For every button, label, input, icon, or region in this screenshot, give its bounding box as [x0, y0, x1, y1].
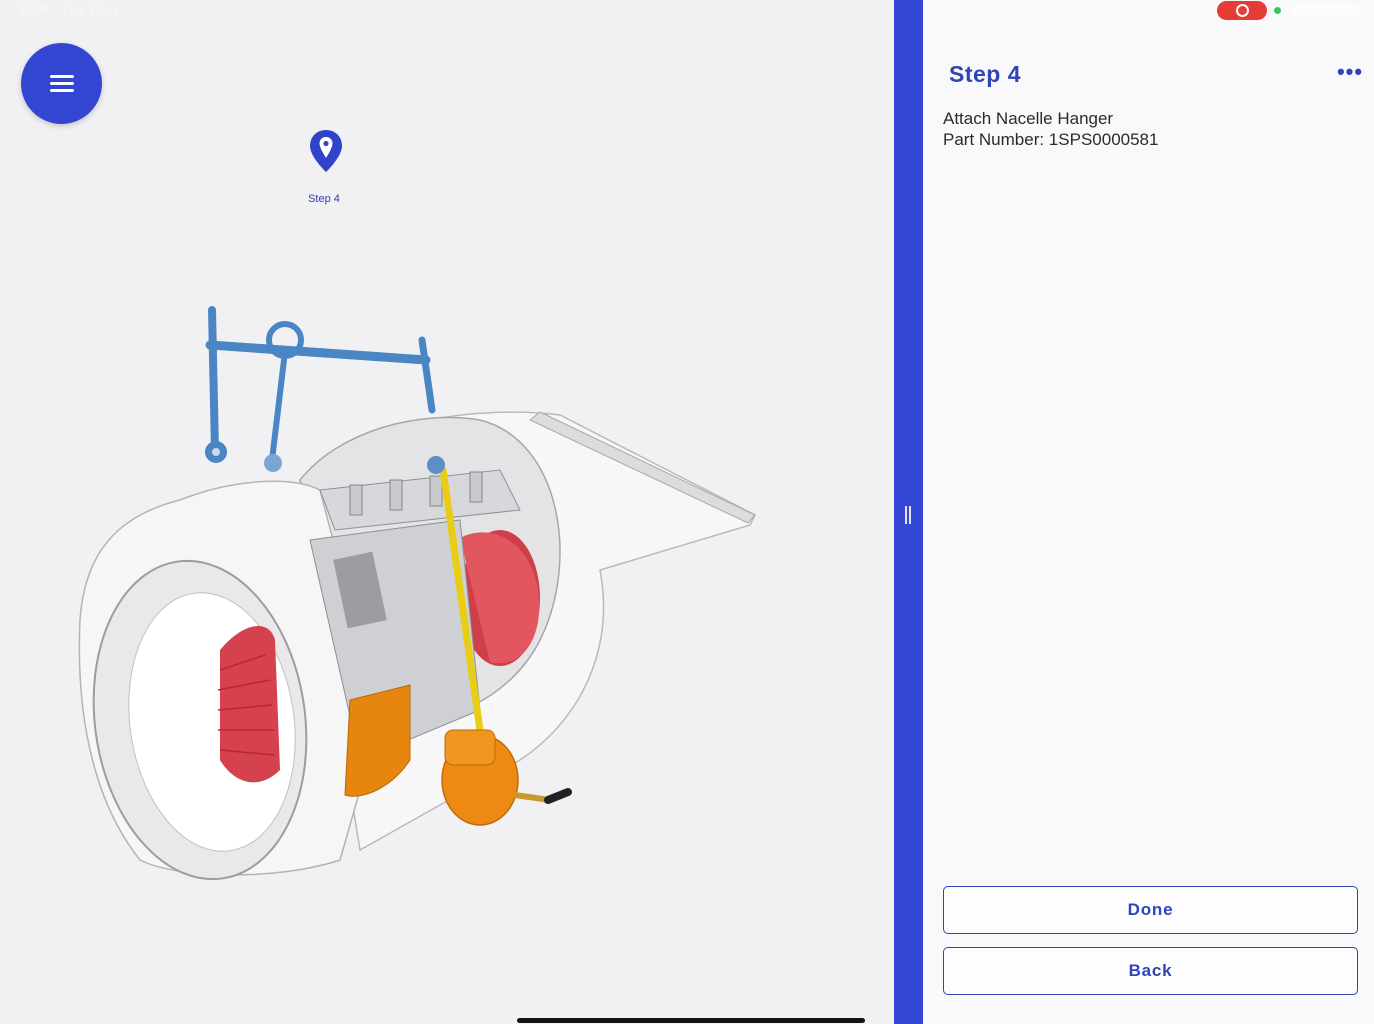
status-time: 10:08	[18, 3, 50, 17]
back-button[interactable]: Back	[943, 947, 1358, 995]
split-divider[interactable]	[894, 0, 923, 1024]
menu-icon-bar	[50, 89, 74, 92]
record-icon	[1236, 4, 1249, 17]
status-bar-right	[1290, 4, 1360, 16]
status-date: Tue 3 Jun	[62, 3, 118, 17]
menu-button[interactable]	[21, 43, 102, 124]
step-instruction: Attach Nacelle Hanger	[943, 109, 1114, 128]
menu-icon-bar	[50, 82, 74, 85]
location-pin-icon[interactable]	[309, 129, 343, 173]
done-button[interactable]: Done	[943, 886, 1358, 934]
step-description: Attach Nacelle Hanger Part Number: 1SPS0…	[943, 108, 1158, 150]
jet-engine-model[interactable]	[60, 290, 780, 890]
camera-active-icon	[1274, 7, 1281, 14]
3d-viewport[interactable]: 10:08 Tue 3 Jun Step 4	[0, 0, 894, 1024]
part-number: Part Number: 1SPS0000581	[943, 130, 1159, 149]
step-marker-label[interactable]: Step 4	[296, 193, 352, 205]
status-bar: 10:08 Tue 3 Jun	[18, 3, 127, 17]
ellipsis-icon[interactable]: •••	[1334, 61, 1366, 84]
drag-handle-icon-bar	[909, 506, 911, 524]
home-indicator[interactable]	[517, 1018, 865, 1023]
step-panel	[923, 0, 1374, 1024]
screen-recording-indicator[interactable]	[1217, 1, 1267, 20]
step-title: Step 4	[949, 61, 1022, 87]
menu-icon	[50, 75, 74, 78]
drag-handle-icon[interactable]	[905, 506, 907, 524]
